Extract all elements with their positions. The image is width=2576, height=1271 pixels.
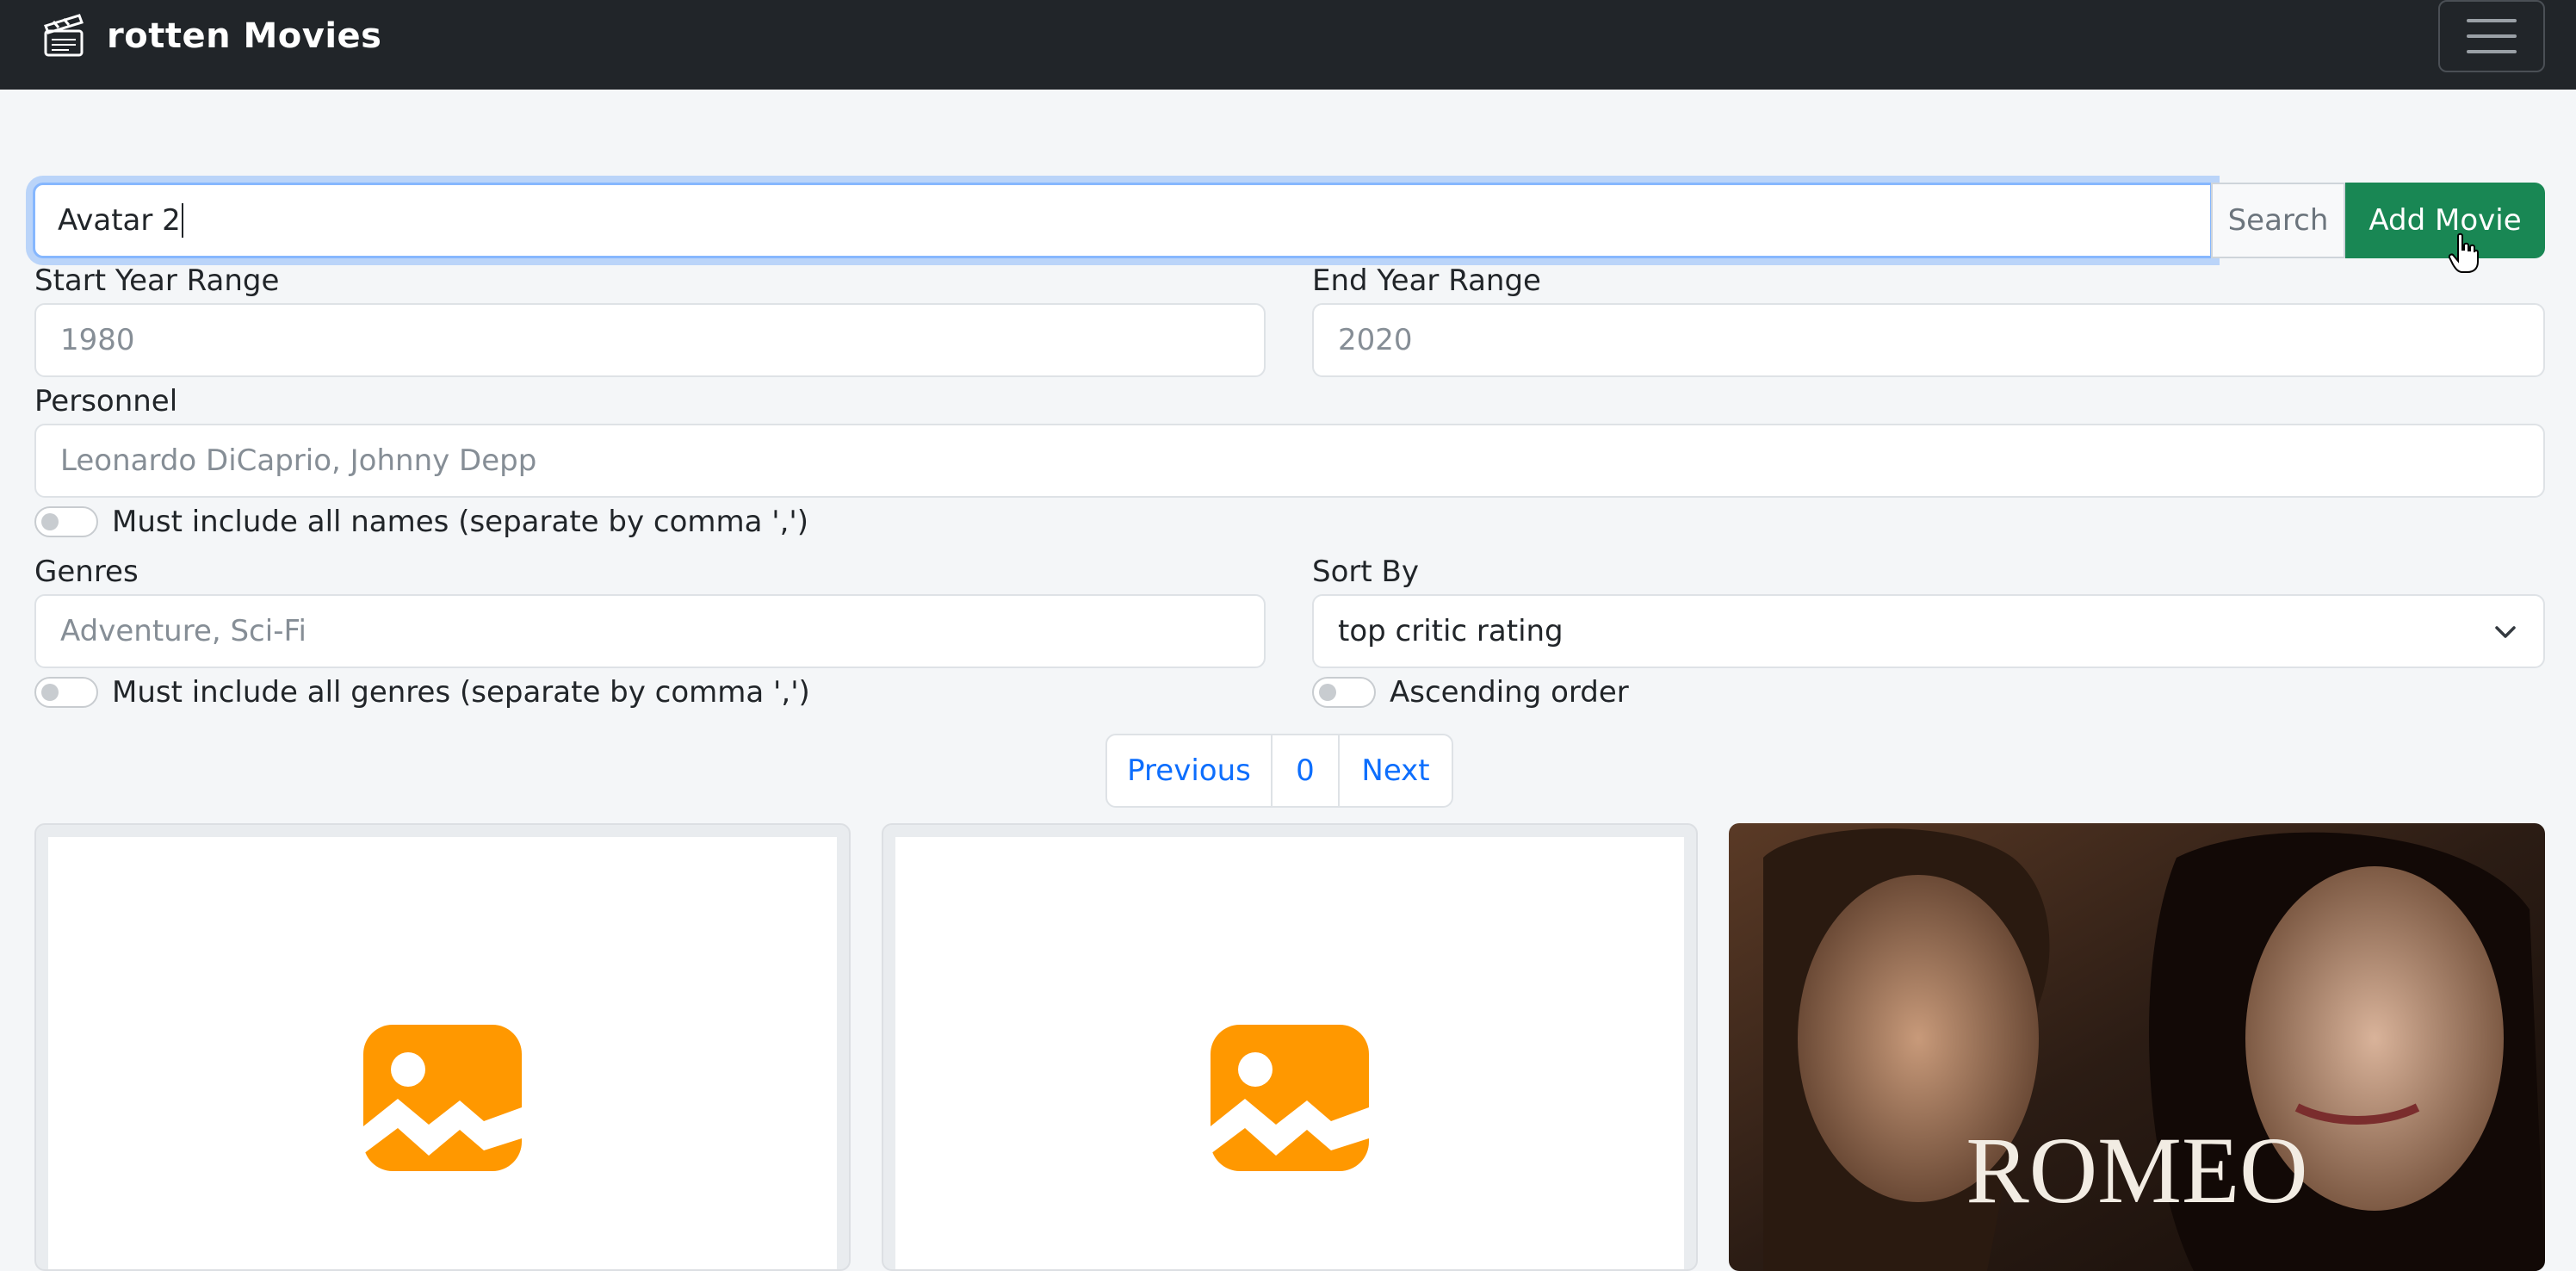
- all-genres-label: Must include all genres (separate by com…: [112, 675, 810, 710]
- search-input-value: Avatar 2: [58, 203, 181, 238]
- add-movie-button[interactable]: Add Movie: [2345, 183, 2545, 258]
- image-placeholder-icon: [1211, 1025, 1369, 1171]
- movie-card[interactable]: [34, 823, 851, 1271]
- card-image-area: [48, 837, 837, 1269]
- start-year-label: Start Year Range: [34, 264, 280, 298]
- end-year-label: End Year Range: [1312, 264, 1541, 298]
- movie-poster: ROMEO: [1729, 823, 2545, 1271]
- switch-knob: [41, 684, 59, 701]
- clapperboard-icon: [44, 14, 84, 57]
- all-genres-switch[interactable]: [34, 677, 98, 708]
- brand[interactable]: rotten Movies: [41, 14, 382, 59]
- genres-input[interactable]: Adventure, Sci-Fi: [34, 594, 1266, 668]
- search-button[interactable]: Search: [2211, 183, 2345, 258]
- hamburger-icon: [2467, 19, 2517, 53]
- switch-knob: [1319, 684, 1336, 701]
- personnel-input[interactable]: Leonardo DiCaprio, Johnny Depp: [34, 424, 2545, 498]
- menu-toggle-button[interactable]: [2438, 0, 2545, 72]
- movie-card[interactable]: [882, 823, 1698, 1271]
- movie-card[interactable]: ROMEO: [1729, 823, 2545, 1271]
- navbar: rotten Movies: [0, 0, 2576, 90]
- sort-by-label: Sort By: [1312, 555, 1419, 589]
- app-title: rotten Movies: [107, 16, 382, 56]
- next-page-button[interactable]: Next: [1340, 735, 1452, 806]
- image-placeholder-icon: [363, 1025, 522, 1171]
- search-input[interactable]: Avatar 2: [33, 183, 2213, 258]
- card-image-area: [895, 837, 1684, 1269]
- hand-cursor-icon: [2448, 232, 2479, 273]
- end-year-input[interactable]: 2020: [1312, 303, 2545, 377]
- start-year-input[interactable]: 1980: [34, 303, 1266, 377]
- pagination: Previous 0 Next: [1105, 734, 1453, 808]
- poster-title: ROMEO: [1966, 1118, 2307, 1223]
- all-names-switch[interactable]: [34, 506, 98, 537]
- text-caret: [181, 203, 183, 238]
- current-page[interactable]: 0: [1273, 735, 1340, 806]
- all-names-label: Must include all names (separate by comm…: [112, 505, 809, 539]
- sort-by-select[interactable]: top critic rating: [1312, 594, 2545, 668]
- genres-label: Genres: [34, 555, 139, 589]
- switch-knob: [41, 513, 59, 530]
- ascending-switch[interactable]: [1312, 677, 1376, 708]
- previous-page-button[interactable]: Previous: [1107, 735, 1273, 806]
- chevron-down-icon: [2495, 626, 2516, 638]
- ascending-label: Ascending order: [1390, 675, 1629, 710]
- personnel-label: Personnel: [34, 384, 178, 418]
- sort-by-value: top critic rating: [1338, 614, 1564, 648]
